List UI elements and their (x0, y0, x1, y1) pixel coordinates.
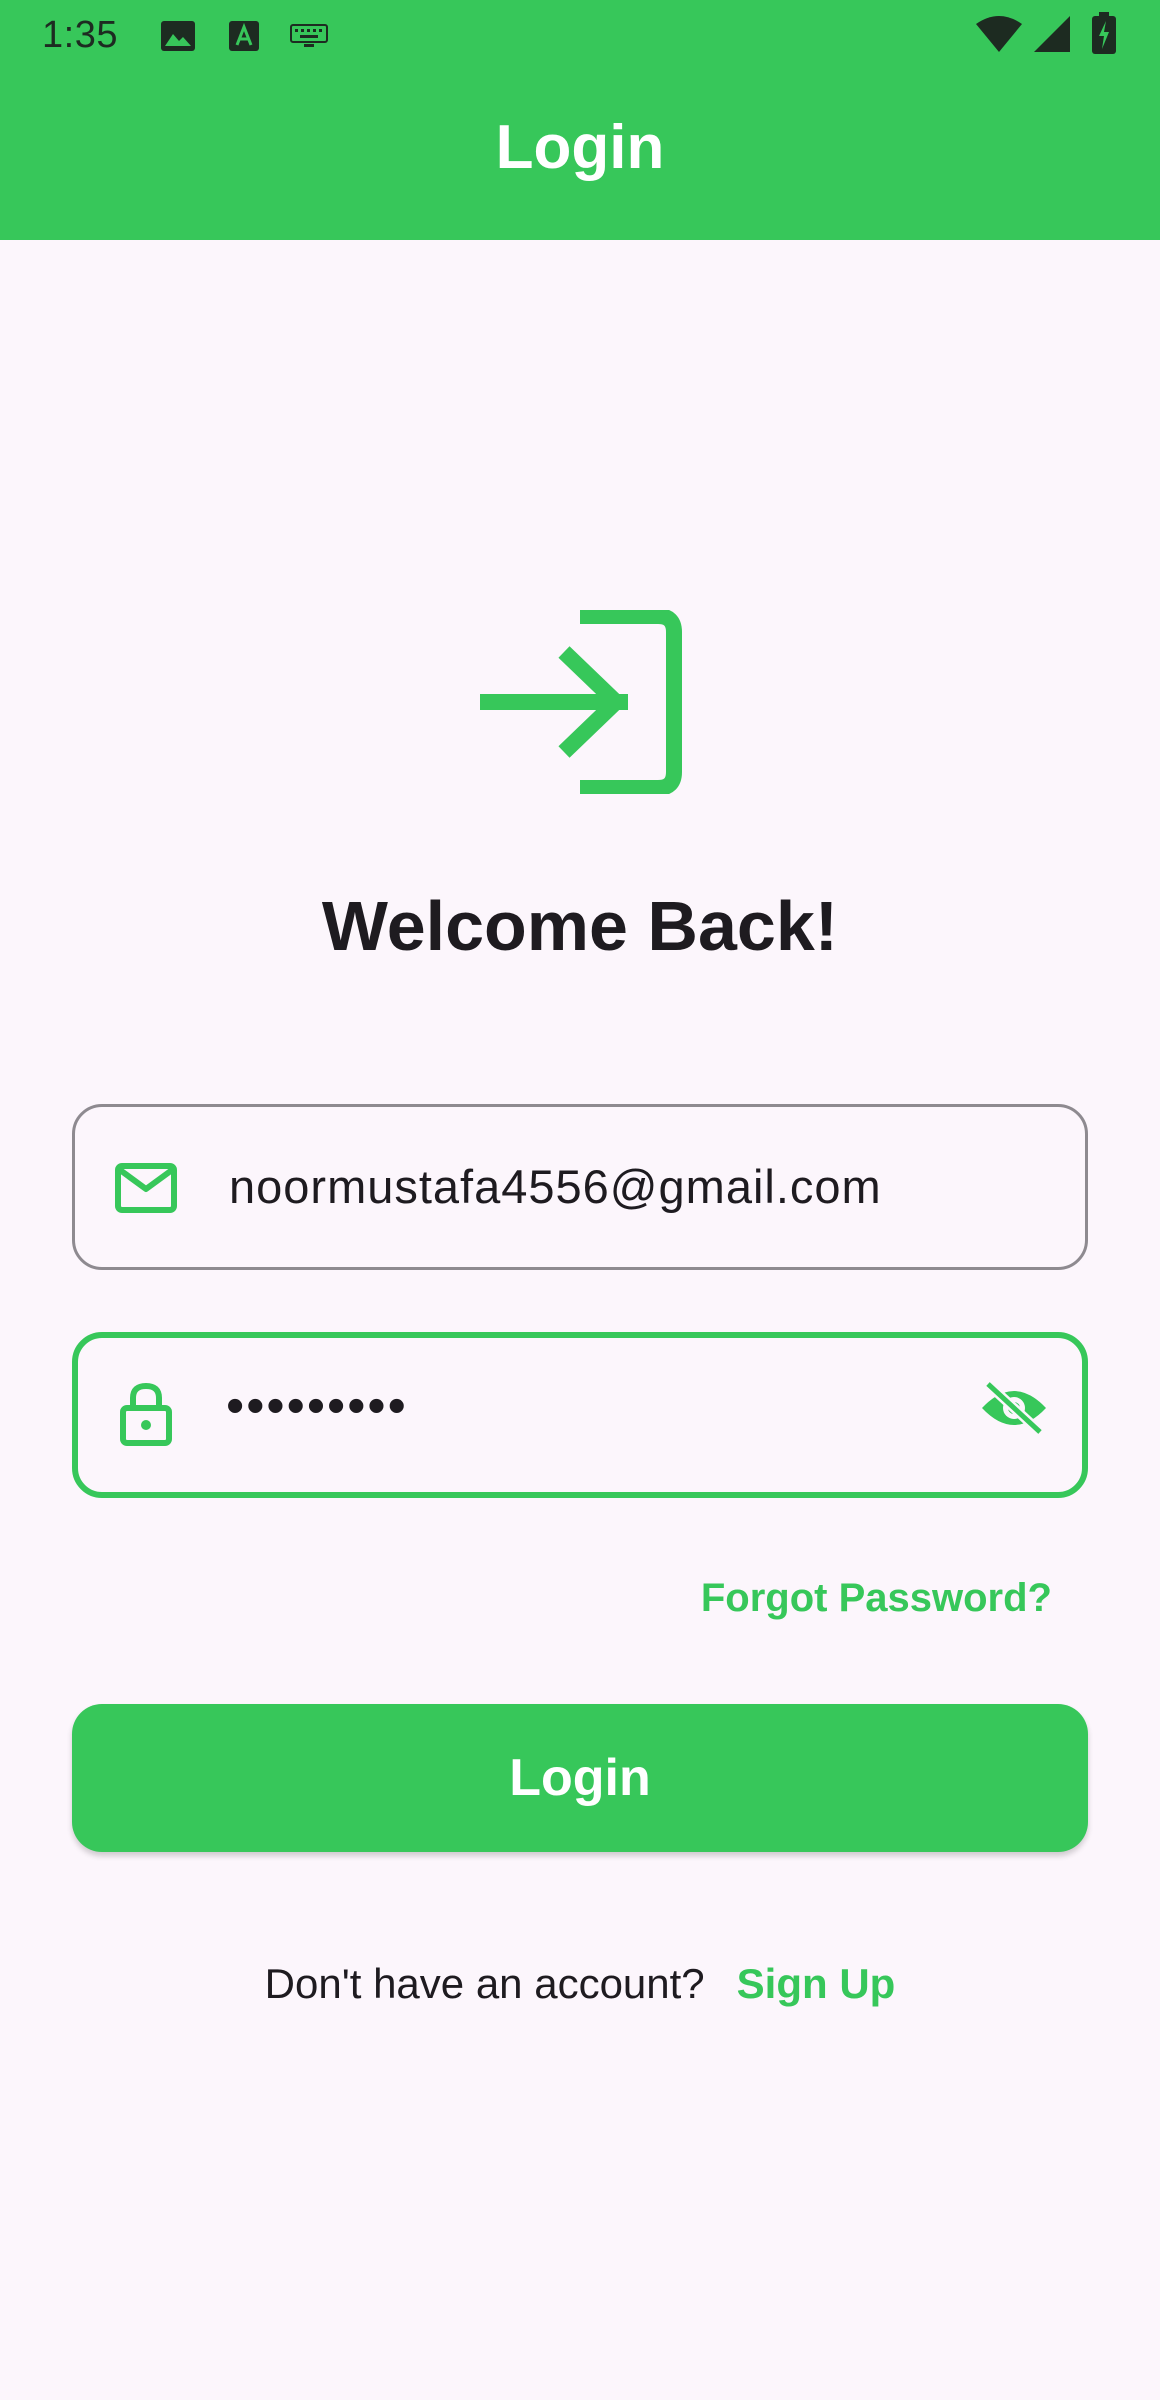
welcome-heading: Welcome Back! (321, 887, 839, 965)
visibility-off-icon[interactable] (980, 1380, 1048, 1436)
lock-icon (120, 1382, 172, 1446)
sign-up-link[interactable]: Sign Up (737, 1960, 896, 2007)
cellular-signal-icon (1034, 16, 1070, 52)
login-icon (480, 610, 682, 794)
email-field[interactable]: noormustafa4556@gmail.com (72, 1104, 1088, 1270)
status-time: 1:35 (42, 14, 118, 56)
battery-charging-icon (1092, 12, 1116, 54)
forgot-password-link[interactable]: Forgot Password? (701, 1576, 1052, 1621)
signup-prompt: Don't have an account? (264, 1960, 705, 2007)
email-input-value[interactable]: noormustafa4556@gmail.com (229, 1159, 882, 1214)
wifi-icon (976, 16, 1022, 52)
font-download-icon (229, 21, 259, 51)
app-header: 1:35 Login (0, 0, 1160, 240)
signup-row: Don't have an account? Sign Up (0, 1960, 1160, 2008)
app-bar-title: Login (495, 113, 665, 182)
keyboard-icon (290, 24, 328, 47)
login-screen: 1:35 Login Welcome Back! noormustafa4556… (0, 0, 1160, 2400)
password-field[interactable]: ••••••••• (72, 1332, 1088, 1498)
password-input-value[interactable]: ••••••••• (226, 1376, 408, 1436)
login-button[interactable]: Login (72, 1704, 1088, 1852)
mail-icon (115, 1163, 177, 1213)
image-icon (161, 21, 195, 51)
